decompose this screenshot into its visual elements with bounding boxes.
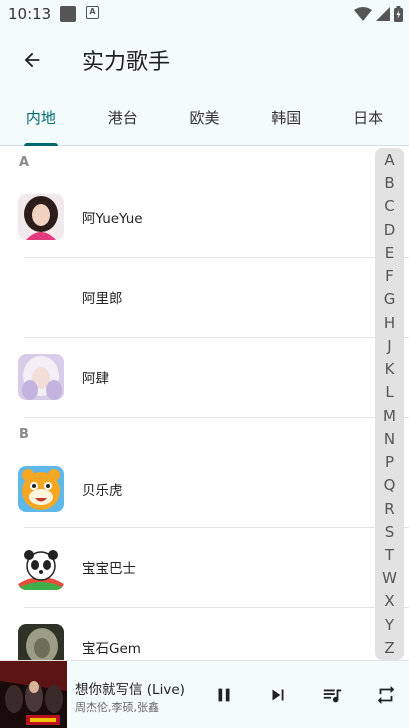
alpha-index-letter[interactable]: M [383, 406, 396, 426]
status-time: 10:13 [8, 5, 52, 23]
tab-label: 韩国 [271, 109, 302, 127]
pause-button[interactable] [210, 681, 238, 709]
avatar [18, 466, 64, 512]
list-item[interactable]: 阿YueYue [0, 178, 409, 258]
tab-mainland[interactable]: 内地 [0, 92, 82, 146]
alpha-index-letter[interactable]: L [385, 382, 393, 402]
alpha-index-letter[interactable]: W [382, 568, 397, 588]
tab-hk-tw[interactable]: 港台 [82, 92, 164, 145]
avatar [18, 194, 64, 240]
album-art[interactable] [0, 661, 67, 728]
alpha-index-letter[interactable]: G [384, 289, 396, 309]
status-bar: 10:13 A [0, 0, 409, 28]
tab-japan[interactable]: 日本 [327, 92, 409, 145]
artist-name: 贝乐虎 [82, 483, 123, 499]
list-item[interactable]: 宝石Gem [0, 608, 409, 660]
alpha-index-letter[interactable]: N [384, 429, 395, 449]
alpha-index-letter[interactable]: X [384, 591, 394, 611]
repeat-button[interactable] [372, 681, 400, 709]
list-item[interactable]: 贝乐虎 [0, 450, 409, 528]
artist-name: 宝宝巴士 [82, 561, 136, 577]
song-title: 想你就写信 (Live) [75, 682, 185, 698]
app-notification-icon: A [86, 6, 99, 19]
alpha-index-letter[interactable]: T [385, 545, 394, 565]
alpha-index-letter[interactable]: Y [385, 615, 394, 635]
section-header: A [19, 155, 30, 170]
battery-icon [394, 6, 403, 22]
alpha-index-letter[interactable]: E [385, 243, 394, 263]
region-tabs: 内地 港台 欧美 韩国 日本 [0, 92, 409, 146]
artist-name: 宝石Gem [82, 641, 141, 657]
wifi-icon [354, 7, 372, 21]
playlist-button[interactable] [318, 681, 346, 709]
avatar [18, 624, 64, 660]
alpha-index-letter[interactable]: P [385, 452, 394, 472]
tab-label: 日本 [353, 109, 384, 127]
notification-icon [60, 6, 76, 22]
signal-icon [376, 7, 390, 21]
repeat-icon [377, 685, 395, 705]
alpha-index-letter[interactable]: B [384, 173, 394, 193]
page-title: 实力歌手 [82, 50, 171, 75]
alpha-index-letter[interactable]: F [385, 266, 394, 286]
status-indicators [354, 5, 403, 23]
tab-korea[interactable]: 韩国 [245, 92, 327, 145]
alphabet-index[interactable]: ABCDEFGHJKLMNPQRSTWXYZ [375, 148, 404, 660]
next-button[interactable] [264, 681, 292, 709]
tab-label: 港台 [107, 109, 138, 127]
list-item[interactable]: 阿里郎 [0, 258, 409, 338]
divider [24, 417, 409, 418]
song-artist: 周杰伦,李硕,张鑫 [75, 701, 159, 714]
alpha-index-letter[interactable]: Q [384, 475, 396, 495]
alpha-index-letter[interactable]: S [385, 522, 395, 542]
alpha-index-letter[interactable]: D [384, 220, 396, 240]
list-item[interactable]: 宝宝巴士 [0, 528, 409, 608]
alpha-index-letter[interactable]: J [387, 336, 391, 356]
section-header: B [19, 427, 29, 442]
tab-western[interactable]: 欧美 [164, 92, 246, 145]
artist-list[interactable]: A 阿YueYue 阿里郎 阿肆 B 贝乐虎 宝宝巴士 宝石Gem [0, 146, 409, 660]
skip-next-icon [272, 689, 284, 701]
tab-label: 内地 [25, 109, 56, 127]
artist-name: 阿肆 [82, 371, 109, 387]
avatar [18, 354, 64, 400]
queue-music-icon [323, 689, 342, 703]
avatar [18, 544, 64, 590]
arrow-left-icon [24, 52, 40, 68]
alpha-index-letter[interactable]: K [385, 359, 395, 379]
alpha-index-letter[interactable]: Z [384, 638, 394, 658]
list-item[interactable]: 阿肆 [0, 338, 409, 418]
pause-icon [218, 688, 230, 702]
mini-player[interactable]: 想你就写信 (Live) 周杰伦,李硕,张鑫 [0, 660, 409, 728]
alpha-index-letter[interactable]: H [384, 313, 395, 333]
tab-label: 欧美 [189, 109, 220, 127]
artist-name: 阿YueYue [82, 211, 143, 227]
alpha-index-letter[interactable]: A [384, 150, 394, 170]
back-button[interactable] [12, 40, 52, 80]
alpha-index-letter[interactable]: C [384, 196, 394, 216]
app-bar: 实力歌手 [0, 28, 409, 92]
alpha-index-letter[interactable]: R [384, 499, 394, 519]
artist-name: 阿里郎 [82, 291, 123, 307]
